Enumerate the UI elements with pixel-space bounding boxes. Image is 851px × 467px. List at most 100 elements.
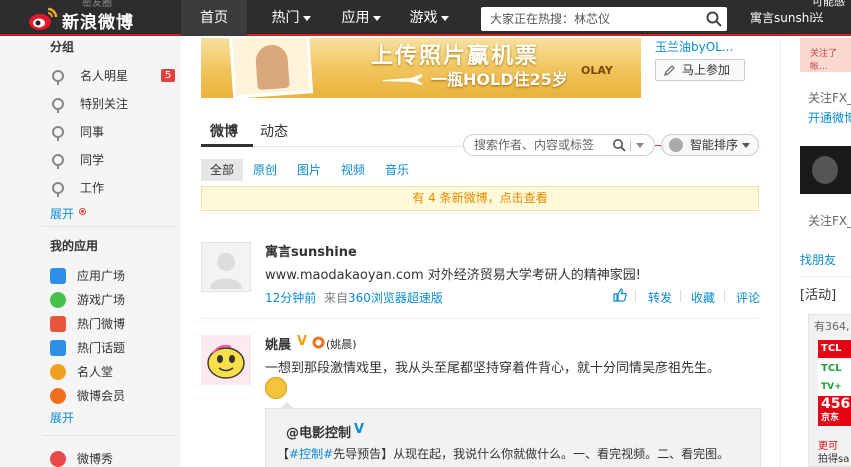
nav-hot[interactable]: 热门	[258, 0, 324, 36]
search-icon[interactable]	[705, 10, 723, 28]
open-weibo-link[interactable]: 开通微博	[808, 109, 851, 126]
join-now-label: 马上参加	[682, 63, 731, 77]
action-separator	[724, 290, 725, 302]
ad-brand-text: TV+	[818, 378, 851, 396]
ad-price-block: 456 京东	[818, 396, 851, 426]
nav-apps-label: 应用	[341, 10, 370, 26]
filter-original[interactable]: 原创	[247, 159, 283, 181]
banner-side-link[interactable]: 玉兰油byOL...	[655, 38, 751, 55]
favorite-button[interactable]: 收藏	[691, 289, 715, 306]
global-search-input[interactable]	[481, 7, 699, 31]
comment-button[interactable]: 评论	[736, 289, 760, 306]
quote-text: 【#控制#先导预告】从现在起，我说什么你就做什么。一、看完视频。二、看完图。	[277, 445, 757, 462]
tab-dynamic[interactable]: 动态	[260, 121, 288, 141]
avatar[interactable]	[201, 242, 251, 292]
hot-topics-icon	[50, 340, 66, 356]
app-label: 微博会员	[77, 389, 126, 403]
groups-expand-link[interactable]: 展开	[50, 205, 74, 222]
verified-v-icon: V	[354, 422, 365, 437]
banner-brand: OLAY	[581, 64, 613, 77]
post-source: 来自360浏览器超速版	[324, 289, 443, 306]
chevron-down-icon	[372, 15, 381, 21]
group-icon	[52, 154, 64, 169]
app-label: 游戏广场	[77, 293, 126, 307]
active-tab-underline	[201, 144, 253, 147]
source-link[interactable]: 360浏览器超速版	[348, 291, 443, 305]
sidebar-group-classmates[interactable]: 同学	[50, 148, 175, 172]
cartoon-avatar-icon	[207, 344, 245, 379]
app-label: 热门话题	[77, 341, 126, 355]
nav-apps[interactable]: 应用	[328, 0, 394, 36]
post-divider	[201, 318, 759, 319]
search-icon[interactable]	[612, 138, 626, 152]
app-square-icon	[50, 268, 66, 284]
chevron-down-icon[interactable]	[636, 143, 644, 148]
app-label: 微博秀	[77, 452, 114, 466]
sidebar-app-weibo-show[interactable]: 微博秀	[50, 447, 175, 467]
join-now-button[interactable]: 马上参加	[655, 59, 745, 81]
global-search	[481, 7, 727, 31]
sidebar-app-hot-weibo[interactable]: 热门微博	[50, 312, 175, 336]
weibo-show-icon	[50, 451, 66, 467]
may-interest-title: 可能感兴	[812, 0, 845, 24]
apps-expand-link[interactable]: 展开	[50, 409, 74, 426]
ad-more: 更可 拍得sa	[818, 440, 851, 467]
ghost-tab-text: 密友圈	[82, 0, 112, 9]
sidebar-group-work[interactable]: 工作	[50, 176, 175, 200]
nav-games[interactable]: 游戏	[396, 0, 462, 36]
hall-of-fame-icon	[50, 364, 66, 380]
smart-sort-dropdown[interactable]: 智能排序	[661, 134, 759, 156]
thinking-emoji-icon	[265, 377, 287, 399]
suggested-user-avatar[interactable]	[800, 38, 851, 72]
filter-music[interactable]: 音乐	[379, 159, 415, 181]
banner-photo	[228, 38, 314, 98]
repost-button[interactable]: 转发	[648, 289, 672, 306]
sidebar-app-hall-of-fame[interactable]: 名人堂	[50, 360, 175, 384]
apps-section-title: 我的应用	[50, 239, 99, 253]
promo-banner[interactable]: 上传照片赢机票 一瓶HOLD住25岁 OLAY	[201, 38, 641, 98]
find-friends-link[interactable]: 找朋友	[800, 251, 836, 268]
pencil-icon	[664, 65, 675, 76]
face-icon	[669, 138, 683, 152]
default-avatar-icon	[210, 253, 242, 289]
filter-videos[interactable]: 视频	[335, 159, 371, 181]
group-label: 同学	[80, 153, 105, 167]
sidebar-group-celebrities[interactable]: 名人明星 5	[50, 64, 175, 88]
post-text: www.maodakaoyan.com 对外经济贸易大学考研人的精神家园!	[265, 268, 641, 283]
quote-author[interactable]: @电影控制	[286, 422, 351, 441]
action-separator	[680, 290, 681, 302]
smart-sort-label: 智能排序	[690, 138, 739, 152]
sidebar-group-special[interactable]: 特别关注	[50, 92, 175, 116]
sidebar-group-colleagues[interactable]: 同事	[50, 120, 175, 144]
vip-crown-icon	[312, 336, 325, 349]
sidebar-app-vip[interactable]: 微博会员	[50, 384, 175, 408]
ad-more-text: 更可	[818, 441, 838, 452]
post-author[interactable]: 姚晨	[265, 334, 291, 353]
post-author[interactable]: 寓言sunshine	[265, 241, 357, 260]
main-feed-column: 上传照片赢机票 一瓶HOLD住25岁 OLAY 玉兰油byOL... 马上参加 …	[181, 38, 780, 467]
sidebar-app-app-square[interactable]: 应用广场	[50, 264, 175, 288]
app-label: 应用广场	[77, 269, 126, 283]
sidebar-app-hot-topics[interactable]: 热门话题	[50, 336, 175, 360]
filter-all[interactable]: 全部	[201, 159, 243, 181]
post-time-link[interactable]: 12分钟前	[265, 289, 316, 306]
suggested-user-avatar[interactable]	[800, 146, 851, 194]
quote-body: 先导预告】从现在起，我说什么你就做什么。一、看完视频。二、看完图。	[333, 447, 730, 461]
filter-pictures[interactable]: 图片	[291, 159, 327, 181]
weibo-eye-icon	[29, 7, 58, 30]
new-dot-icon	[79, 208, 86, 215]
nav-home[interactable]: 首页	[181, 0, 247, 36]
topic-link[interactable]: #控制#	[289, 447, 333, 461]
tab-weibo[interactable]: 微博	[210, 121, 238, 141]
like-icon[interactable]	[613, 288, 627, 302]
chevron-down-icon	[440, 15, 449, 21]
feed-search	[463, 134, 655, 156]
ad-price: 456	[821, 396, 851, 412]
game-square-icon	[50, 292, 66, 308]
sidebar-app-game-square[interactable]: 游戏广场	[50, 288, 175, 312]
new-posts-notice[interactable]: 有 4 条新微博，点击查看	[201, 186, 759, 211]
app-label: 热门微博	[77, 317, 126, 331]
right-sidebar: 关注FX_ 开通微博 关注FX_ 找朋友 [活动] 有364, TCL TCL …	[780, 38, 851, 467]
feed-search-input[interactable]	[464, 135, 604, 155]
avatar[interactable]	[201, 335, 251, 385]
